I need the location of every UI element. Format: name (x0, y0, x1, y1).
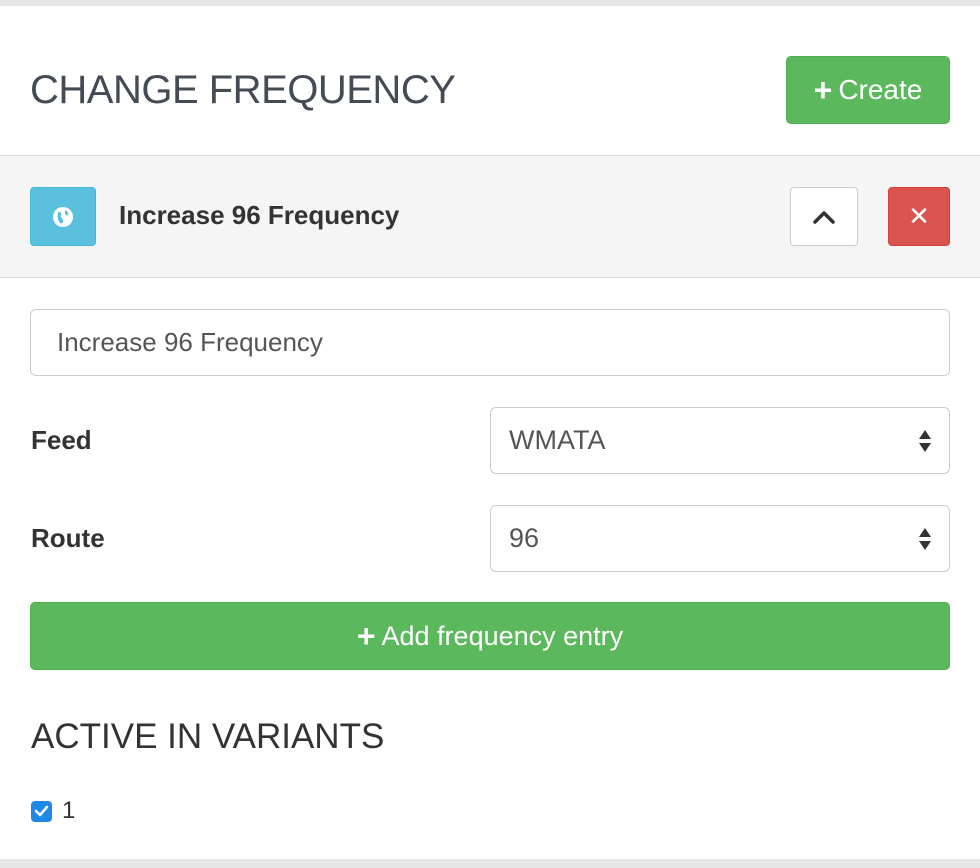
select-arrows-icon (919, 429, 931, 452)
plus-icon: + (356, 618, 376, 654)
create-button[interactable]: + Create (786, 56, 950, 124)
variant-checkbox[interactable] (31, 800, 52, 822)
collapse-button[interactable] (790, 187, 858, 246)
delete-button[interactable]: ✕ (888, 187, 950, 246)
modification-type-button[interactable] (30, 187, 96, 246)
variants-title: ACTIVE IN VARIANTS (31, 717, 385, 756)
route-select-value: 96 (509, 523, 540, 553)
create-button-label: Create (838, 74, 923, 105)
globe-icon (53, 206, 73, 227)
route-label: Route (31, 523, 105, 553)
section-title: CHANGE FREQUENCY (30, 68, 456, 112)
feed-label: Feed (31, 425, 92, 455)
chevron-up-icon (813, 210, 835, 224)
add-frequency-entry-label: Add frequency entry (381, 620, 624, 651)
top-divider (0, 0, 980, 6)
check-icon (34, 805, 49, 817)
feed-select[interactable]: WMATA (490, 407, 950, 474)
modification-title: Increase 96 Frequency (119, 200, 400, 230)
add-frequency-entry-button[interactable]: + Add frequency entry (30, 602, 950, 670)
bottom-divider (0, 859, 980, 868)
modification-name-input[interactable] (30, 309, 950, 376)
variant-item: 1 (31, 797, 75, 825)
variant-label: 1 (62, 797, 76, 824)
plus-icon: + (813, 72, 833, 108)
feed-select-value: WMATA (509, 425, 606, 455)
route-select[interactable]: 96 (490, 505, 950, 572)
select-arrows-icon (919, 527, 931, 550)
close-icon: ✕ (908, 201, 930, 231)
modification-panel-header: Increase 96 Frequency ✕ (0, 155, 980, 278)
